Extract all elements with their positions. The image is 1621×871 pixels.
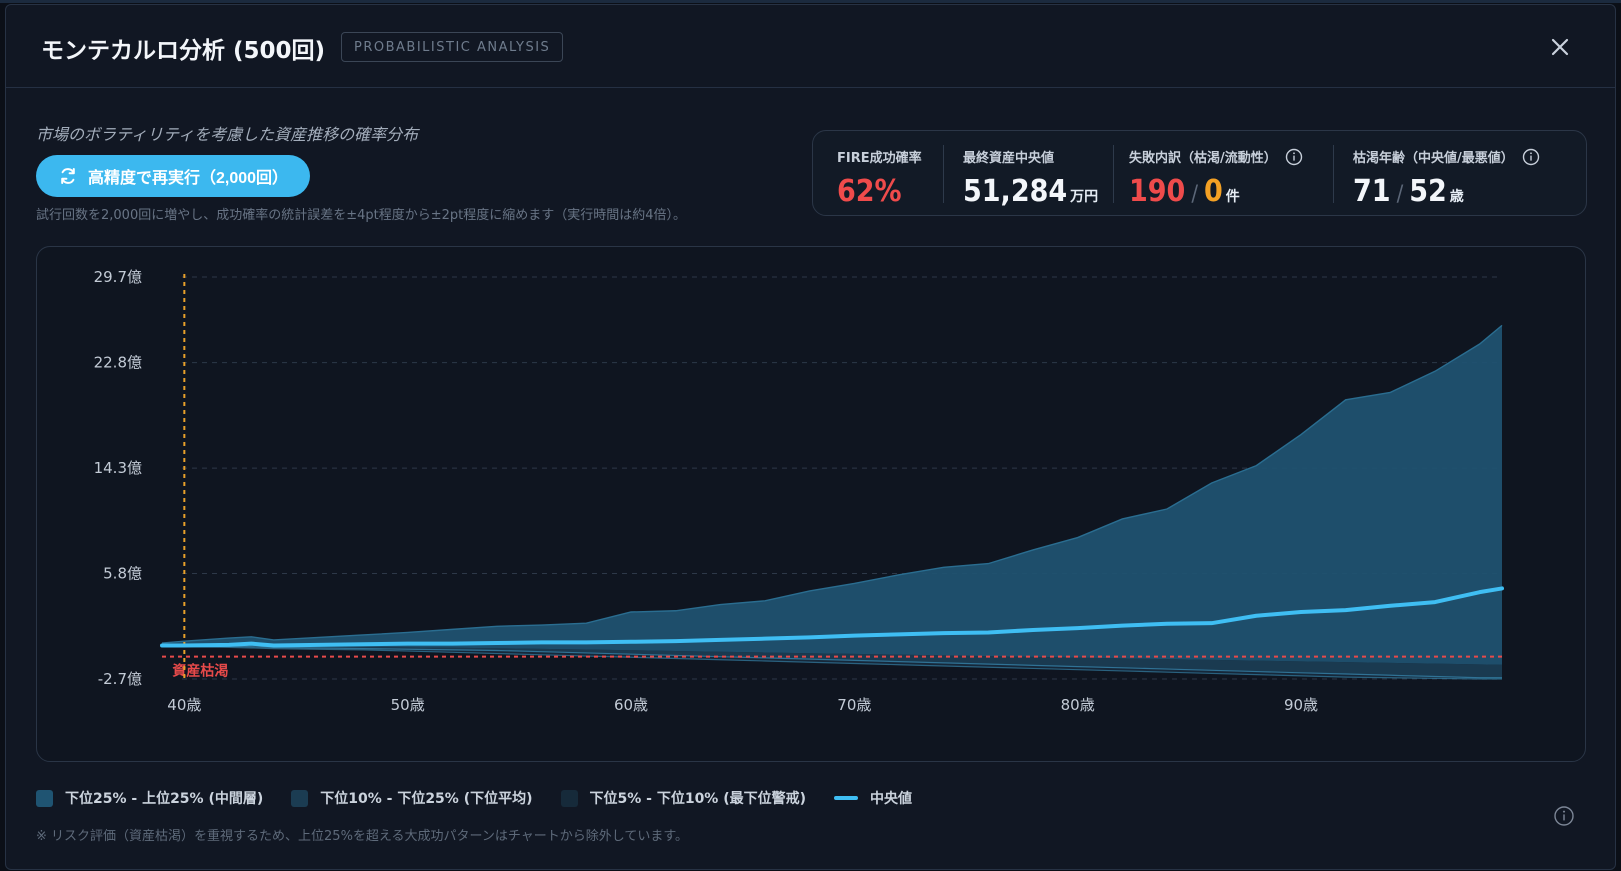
legend-item-p5: 下位5% - 下位10% (最下位警戒)	[560, 788, 807, 808]
refresh-icon	[61, 168, 75, 184]
stat-divider	[943, 145, 944, 203]
modal-title: モンテカルロ分析 (500回)	[41, 38, 326, 64]
y-tick-label: 22.8億	[94, 354, 142, 372]
rerun-note: 試行回数を2,000回に増やし、成功確率の統計誤差を±4pt程度から±2pt程度…	[36, 208, 687, 223]
close-button[interactable]	[1545, 32, 1575, 62]
legend-swatch	[560, 789, 578, 807]
x-tick-label: 60歳	[614, 696, 648, 714]
stat-age-median: 71	[1353, 174, 1391, 209]
stat-age-label: 枯渇年齢（中央値/最悪値）	[1353, 151, 1514, 166]
y-tick-label: 14.3億	[94, 459, 142, 477]
stats-panel: FIRE成功確率 62% 最終資産中央値 51,284 万円 失敗内訳（枯渇/流動…	[812, 130, 1587, 216]
y-tick-label: 29.7億	[94, 268, 142, 286]
rerun-high-precision-button[interactable]: 高精度で再実行（2,000回）	[36, 155, 310, 197]
stat-success-label: FIRE成功確率	[837, 151, 922, 166]
info-icon[interactable]	[1285, 148, 1303, 166]
x-tick-label: 40歳	[167, 696, 201, 714]
monte-carlo-modal: モンテカルロ分析 (500回) PROBABILISTIC ANALYSIS 市…	[5, 4, 1616, 870]
stat-failure-breakdown: 失敗内訳（枯渇/流動性） 190/0 件	[1129, 147, 1303, 209]
chart-legend: 下位25% - 上位25% (中間層) 下位10% - 下位25% (下位平均)…	[36, 788, 912, 808]
close-icon	[1551, 38, 1569, 56]
legend-swatch	[36, 789, 53, 807]
y-tick-label: -2.7億	[98, 670, 142, 688]
top-accent-line	[0, 0, 1621, 3]
stat-age-worst: 52	[1409, 174, 1447, 209]
stat-success-rate: FIRE成功確率 62%	[837, 147, 922, 209]
rerun-button-label: 高精度で再実行（2,000回）	[87, 170, 289, 187]
y-tick-label: 5.8億	[103, 565, 142, 583]
stat-median-final: 最終資産中央値 51,284 万円	[963, 147, 1098, 209]
chart-subtitle: 市場のボラティリティを考慮した資産推移の確率分布	[36, 125, 419, 144]
legend-item-iqr: 下位25% - 上位25% (中間層)	[36, 788, 263, 808]
x-tick-label: 70歳	[837, 696, 871, 714]
stat-failure-unit: 件	[1225, 189, 1240, 205]
stat-depletion-count: 190	[1129, 174, 1186, 209]
x-tick-label: 50歳	[391, 696, 425, 714]
depletion-label: 資産枯渇	[172, 663, 228, 680]
legend-swatch	[291, 789, 309, 807]
info-icon[interactable]	[1522, 148, 1540, 166]
stat-median-value: 51,284	[963, 174, 1068, 209]
legend-label: 中央値	[870, 791, 913, 807]
stat-failure-label: 失敗内訳（枯渇/流動性）	[1129, 151, 1277, 166]
legend-item-median: 中央値	[834, 788, 912, 808]
legend-label: 下位5% - 下位10% (最下位警戒)	[589, 791, 807, 807]
modal-header: モンテカルロ分析 (500回) PROBABILISTIC ANALYSIS	[6, 5, 1615, 88]
chart-container: 29.7億 22.8億 14.3億 5.8億 -2.7億 資産枯渇 40歳 50歳 60歳 70歳…	[36, 246, 1586, 762]
chart-footnote: ※ リスク評価（資産枯渇）を重視するため、上位25%を超える大成功パターンはチャ…	[36, 829, 689, 844]
stat-median-label: 最終資産中央値	[963, 151, 1055, 166]
stat-success-value: 62%	[837, 174, 902, 209]
stat-median-unit: 万円	[1070, 189, 1099, 205]
stat-divider	[1113, 145, 1114, 203]
legend-label: 下位25% - 上位25% (中間層)	[65, 791, 264, 807]
stat-divider	[1333, 145, 1334, 203]
legend-item-p10: 下位10% - 下位25% (下位平均)	[291, 788, 533, 808]
stat-depletion-age: 枯渇年齢（中央値/最悪値） 71/52 歳	[1353, 147, 1540, 209]
monte-carlo-chart: 29.7億 22.8億 14.3億 5.8億 -2.7億 資産枯渇 40歳 50歳 60歳 70歳…	[94, 268, 1504, 714]
stat-liquidity-count: 0	[1204, 174, 1223, 209]
x-tick-label: 80歳	[1061, 696, 1095, 714]
info-icon[interactable]	[1553, 805, 1575, 827]
stat-age-unit: 歳	[1449, 189, 1464, 205]
legend-label: 下位10% - 下位25% (下位平均)	[320, 791, 533, 807]
x-tick-label: 90歳	[1284, 696, 1318, 714]
analysis-badge: PROBABILISTIC ANALYSIS	[341, 32, 564, 62]
legend-line	[834, 796, 859, 800]
